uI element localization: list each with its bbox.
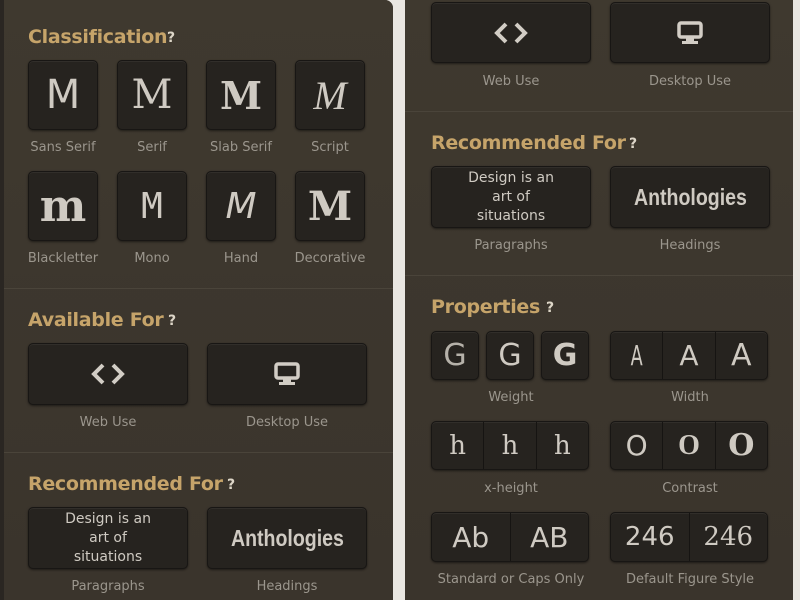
label-headings: Headings	[256, 579, 318, 594]
headings-button[interactable]: Anthologies	[610, 166, 770, 228]
divider	[4, 452, 393, 453]
code-brackets-icon	[91, 363, 125, 385]
contrast-segmented-control[interactable]: O O O	[610, 421, 768, 470]
width-condensed-button[interactable]: A	[619, 332, 655, 379]
label-decorative: Decorative	[294, 251, 366, 266]
caps-standard-button[interactable]: Ab	[432, 513, 510, 561]
figures-oldstyle-button[interactable]: 246	[688, 513, 768, 561]
width-normal-button[interactable]: A	[662, 332, 714, 379]
contrast-medium-button[interactable]: O	[662, 422, 714, 469]
classification-blackletter-button[interactable]: m	[28, 171, 98, 241]
label-width: Width	[671, 390, 709, 405]
section-title-recommended-for: Recommended For	[431, 132, 626, 154]
headings-sample: Anthologies	[230, 524, 344, 551]
label-script: Script	[311, 140, 349, 155]
label-mono: Mono	[134, 251, 170, 266]
label-desktop-use: Desktop Use	[648, 74, 732, 89]
classification-decorative-button[interactable]: M	[295, 171, 365, 241]
width-segmented-control[interactable]: A A A	[610, 331, 768, 380]
classification-slab-serif-button[interactable]: M	[206, 60, 276, 130]
label-hand: Hand	[223, 251, 259, 266]
label-default-figure-style: Default Figure Style	[625, 572, 755, 587]
width-wide-button[interactable]: A	[714, 332, 767, 379]
help-icon[interactable]: ?	[629, 136, 637, 152]
label-paragraphs: Paragraphs	[474, 238, 548, 253]
monitor-icon	[274, 362, 300, 385]
web-use-button[interactable]	[28, 343, 188, 405]
divider	[405, 111, 793, 112]
classification-hand-button[interactable]: M	[206, 171, 276, 241]
classification-sans-serif-button[interactable]: M	[28, 60, 98, 130]
caps-only-button[interactable]: AB	[509, 513, 589, 561]
label-web-use: Web Use	[79, 415, 137, 430]
section-title-available-for: Available For	[28, 309, 164, 331]
paragraphs-button[interactable]: Design is an art of situations	[431, 166, 591, 228]
filter-panel-right: Web Use Desktop Use Recommended For ? De…	[405, 0, 793, 600]
label-paragraphs: Paragraphs	[71, 579, 145, 594]
label-contrast: Contrast	[662, 481, 718, 496]
contrast-high-button[interactable]: O	[714, 422, 767, 469]
paragraphs-button[interactable]: Design is an art of situations	[28, 507, 188, 569]
weight-light-glyph: G	[443, 338, 467, 373]
figures-lining-button[interactable]: 246	[611, 513, 689, 561]
caps-segmented-control[interactable]: Ab AB	[431, 512, 589, 562]
label-weight: Weight	[488, 390, 534, 405]
x-height-low-button[interactable]: h	[432, 422, 483, 469]
help-icon[interactable]: ?	[167, 30, 175, 46]
desktop-use-button[interactable]	[207, 343, 367, 405]
label-blackletter: Blackletter	[27, 251, 99, 266]
classification-mono-button[interactable]: M	[117, 171, 187, 241]
divider	[4, 288, 393, 289]
contrast-low-button[interactable]: O	[611, 422, 662, 469]
section-title-recommended-for: Recommended For	[28, 473, 223, 495]
weight-regular-button[interactable]: G	[486, 331, 534, 380]
headings-sample: Anthologies	[633, 183, 747, 210]
x-height-segmented-control[interactable]: h h h	[431, 421, 589, 470]
figure-style-segmented-control[interactable]: 246 246	[610, 512, 768, 562]
web-use-button[interactable]	[431, 2, 591, 63]
desktop-use-button[interactable]	[610, 2, 770, 63]
label-serif: Serif	[137, 140, 167, 155]
label-web-use: Web Use	[482, 74, 540, 89]
label-slab-serif: Slab Serif	[210, 140, 272, 155]
classification-serif-button[interactable]: M	[117, 60, 187, 130]
help-icon[interactable]: ?	[227, 477, 235, 493]
label-standard-or-caps-only: Standard or Caps Only	[437, 572, 585, 587]
help-icon[interactable]: ?	[168, 313, 176, 329]
monitor-icon	[677, 20, 703, 44]
x-height-medium-button[interactable]: h	[483, 422, 535, 469]
help-icon[interactable]: ?	[546, 300, 554, 316]
section-title-classification: Classification	[28, 26, 168, 48]
divider	[405, 275, 793, 276]
code-brackets-icon	[494, 22, 528, 43]
filter-panel-left: Classification ? M M M M Sans Serif Seri…	[0, 0, 393, 600]
headings-button[interactable]: Anthologies	[207, 507, 367, 569]
section-title-properties: Properties	[431, 296, 540, 318]
label-x-height: x-height	[484, 481, 538, 496]
label-sans-serif: Sans Serif	[30, 140, 96, 155]
label-headings: Headings	[659, 238, 721, 253]
classification-script-button[interactable]: M	[295, 60, 365, 130]
weight-light-button[interactable]: G	[431, 331, 479, 380]
weight-bold-button[interactable]: G	[541, 331, 589, 380]
x-height-high-button[interactable]: h	[535, 422, 588, 469]
label-desktop-use: Desktop Use	[245, 415, 329, 430]
